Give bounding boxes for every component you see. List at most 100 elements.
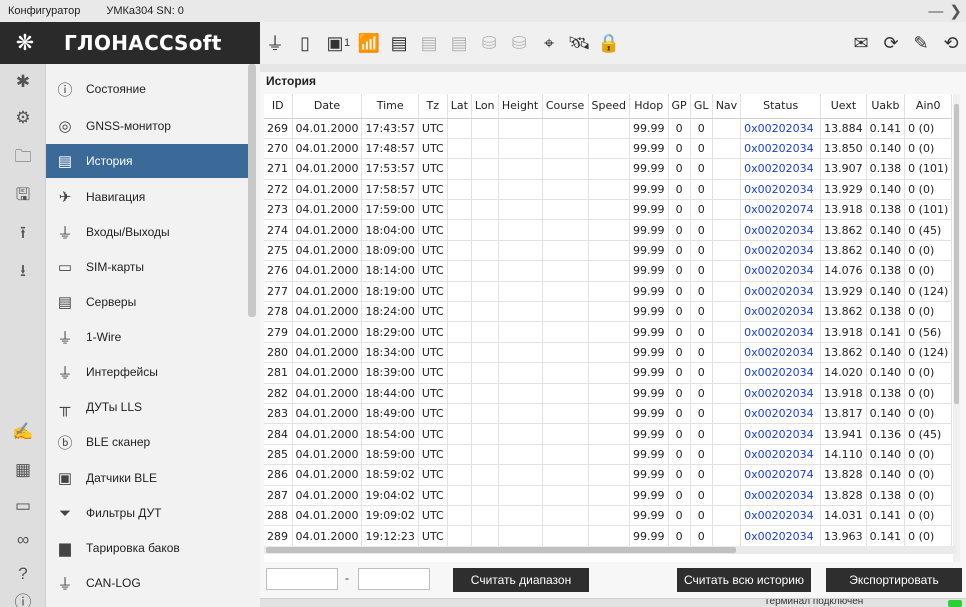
grid-icon[interactable]: ▦: [8, 456, 38, 484]
table-row[interactable]: 275 04.01.2000 18:09:00 UTC 99.99 0 0 0x0020203…: [264, 240, 953, 262]
table-row[interactable]: 284 04.01.2000 18:54:00 UTC 99.99 0 0 0x0020203…: [264, 423, 953, 445]
nav-item-tanks[interactable]: ▆ Тарировка баков: [46, 531, 248, 565]
table-row[interactable]: 288 04.01.2000 19:09:02 UTC 99.99 0 0 0x0020203…: [264, 505, 953, 527]
table-cell: 13.907: [820, 158, 867, 180]
signature-icon[interactable]: ✎: [906, 28, 936, 58]
nav-item-io[interactable]: ⏚ Входы/Выходы: [46, 215, 248, 249]
table-cell: [542, 423, 589, 445]
table-row[interactable]: 289 04.01.2000 19:12:23 UTC 99.99 0 0 0x0020203…: [264, 525, 953, 547]
column-header[interactable]: Nav: [712, 94, 742, 119]
column-header[interactable]: Course: [542, 94, 589, 119]
device-2-icon[interactable]: ▤: [414, 28, 444, 58]
column-header[interactable]: GP: [668, 94, 691, 119]
column-header[interactable]: Tz: [418, 94, 448, 119]
link-icon[interactable]: ∞: [8, 526, 38, 554]
nav-item-navigation[interactable]: ✈ Навигация: [46, 180, 248, 214]
range-from-input[interactable]: [266, 568, 338, 590]
table-row[interactable]: 271 04.01.2000 17:53:57 UTC 99.99 0 0 0x0020203…: [264, 158, 953, 180]
read-all-button[interactable]: Считать всю историю: [677, 568, 811, 592]
column-header[interactable]: Uakb: [866, 94, 906, 119]
table-horizontal-scrollbar[interactable]: [264, 546, 956, 554]
help-icon[interactable]: ?: [8, 560, 38, 588]
mail-icon[interactable]: ✉: [846, 28, 876, 58]
table-row[interactable]: 282 04.01.2000 18:44:00 UTC 99.99 0 0 0x0020203…: [264, 383, 953, 404]
nav-item-status[interactable]: ⓘ Состояние: [46, 72, 248, 106]
antenna-icon[interactable]: 📶: [354, 28, 384, 58]
folder-icon[interactable]: 🗀: [8, 144, 38, 172]
usb-icon[interactable]: ⏚: [260, 28, 290, 58]
nav-item-lls[interactable]: ╥ ДУТы LLS: [46, 390, 248, 424]
column-header[interactable]: GL: [690, 94, 713, 119]
range-to-input[interactable]: [358, 568, 430, 590]
scroll-thumb[interactable]: [954, 104, 959, 404]
read-range-button[interactable]: Считать диапазон: [453, 568, 589, 592]
nav-item-filters[interactable]: ⏷ Фильтры ДУТ: [46, 496, 248, 530]
device-icon[interactable]: ▤: [384, 28, 414, 58]
nav-item-canlog[interactable]: ⏚ CAN-LOG: [46, 566, 248, 600]
chip-icon[interactable]: ⚙: [8, 104, 38, 132]
notes-icon[interactable]: ✍: [8, 418, 38, 446]
device-4-icon[interactable]: ⛁: [474, 28, 504, 58]
nav-item-ble-sensors[interactable]: ▣ Датчики BLE: [46, 461, 248, 495]
table-cell: 04.01.2000: [292, 383, 363, 404]
table-row[interactable]: 277 04.01.2000 18:19:00 UTC 99.99 0 0 0x0020203…: [264, 281, 953, 303]
table-row[interactable]: 272 04.01.2000 17:58:57 UTC 99.99 0 0 0x0020203…: [264, 179, 953, 201]
info-icon[interactable]: ⓘ: [8, 586, 38, 607]
sim-icon[interactable]: ▯: [290, 28, 320, 58]
lock-icon[interactable]: 🔒: [594, 28, 624, 58]
satellite-icon[interactable]: 🛰: [564, 28, 594, 58]
table-row[interactable]: 286 04.01.2000 18:59:02 UTC 99.99 0 0 0x0020207…: [264, 464, 953, 486]
nav-item-gnss[interactable]: ◎ GNSS-монитор: [46, 109, 248, 143]
nav-item-servers[interactable]: ▤ Серверы: [46, 285, 248, 319]
reset-icon[interactable]: ⟲: [936, 28, 966, 58]
nav-item-interfaces[interactable]: ⏚ Интерфейсы: [46, 355, 248, 389]
can-icon[interactable]: ▭: [8, 492, 38, 520]
table-row[interactable]: 279 04.01.2000 18:29:00 UTC 99.99 0 0 0x0020203…: [264, 321, 953, 343]
location-off-icon[interactable]: ⌖: [534, 28, 564, 58]
column-header[interactable]: Lon: [471, 94, 499, 119]
table-row[interactable]: 285 04.01.2000 18:59:00 UTC 99.99 0 0 0x0020203…: [264, 444, 953, 466]
column-header[interactable]: Hdop: [629, 94, 669, 119]
column-header[interactable]: Height: [498, 94, 543, 119]
column-header[interactable]: ID: [264, 94, 293, 119]
table-row[interactable]: 281 04.01.2000 18:39:00 UTC 99.99 0 0 0x0020203…: [264, 362, 953, 384]
table-cell: [542, 505, 589, 527]
column-header[interactable]: Lat: [447, 94, 472, 119]
column-header[interactable]: Ain0: [904, 94, 953, 119]
column-header[interactable]: Time: [361, 94, 419, 119]
table-cell: 0: [690, 219, 713, 241]
table-row[interactable]: 270 04.01.2000 17:48:57 UTC 99.99 0 0 0x0020203…: [264, 138, 953, 160]
nav-item-ble-scanner[interactable]: ⓑ BLE сканер: [46, 425, 248, 459]
table-row[interactable]: 269 04.01.2000 17:43:57 UTC 99.99 0 0 0x0020203…: [264, 118, 953, 139]
refresh-icon[interactable]: ⟳: [876, 28, 906, 58]
table-cell: 0.138: [866, 301, 906, 323]
table-cell: 18:54:00: [361, 423, 419, 445]
table-row[interactable]: 280 04.01.2000 18:34:00 UTC 99.99 0 0 0x0020203…: [264, 342, 953, 364]
nav-item-sim[interactable]: ▭ SIM-карты: [46, 250, 248, 284]
nav-scrollbar[interactable]: [248, 64, 256, 317]
column-header[interactable]: Speed: [588, 94, 631, 119]
bluetooth-icon[interactable]: ✱: [8, 68, 38, 96]
minimize-button[interactable]: —: [928, 3, 943, 20]
table-row[interactable]: 278 04.01.2000 18:24:00 UTC 99.99 0 0 0x0020203…: [264, 301, 953, 323]
column-header[interactable]: Uext: [820, 94, 867, 119]
table-row[interactable]: 283 04.01.2000 18:49:00 UTC 99.99 0 0 0x0020203…: [264, 403, 953, 425]
device-3-icon[interactable]: ▤: [444, 28, 474, 58]
close-button[interactable]: ❯: [949, 2, 962, 20]
table-row[interactable]: 273 04.01.2000 17:59:00 UTC 99.99 0 0 0x0020207…: [264, 199, 953, 221]
table-cell: UTC: [418, 179, 448, 201]
save-icon[interactable]: 🖫: [8, 182, 38, 210]
device-5-icon[interactable]: ⛁: [504, 28, 534, 58]
table-row[interactable]: 274 04.01.2000 18:04:00 UTC 99.99 0 0 0x0020203…: [264, 219, 953, 241]
export-button[interactable]: Экспортировать: [826, 568, 962, 592]
table-row[interactable]: 276 04.01.2000 18:14:00 UTC 99.99 0 0 0x0020203…: [264, 260, 953, 282]
nav-item-history[interactable]: ▤ История: [46, 144, 248, 178]
table-row[interactable]: 287 04.01.2000 19:04:02 UTC 99.99 0 0 0x0020203…: [264, 485, 953, 506]
download-icon[interactable]: ⭳: [8, 258, 38, 286]
column-header[interactable]: Date: [292, 94, 363, 119]
scroll-thumb[interactable]: [266, 547, 736, 553]
column-header[interactable]: Status: [740, 94, 822, 119]
upload-icon[interactable]: ⭱: [8, 220, 38, 248]
nav-item-1wire[interactable]: ⏚ 1-Wire: [46, 320, 248, 354]
table-vertical-scrollbar[interactable]: [953, 94, 960, 562]
